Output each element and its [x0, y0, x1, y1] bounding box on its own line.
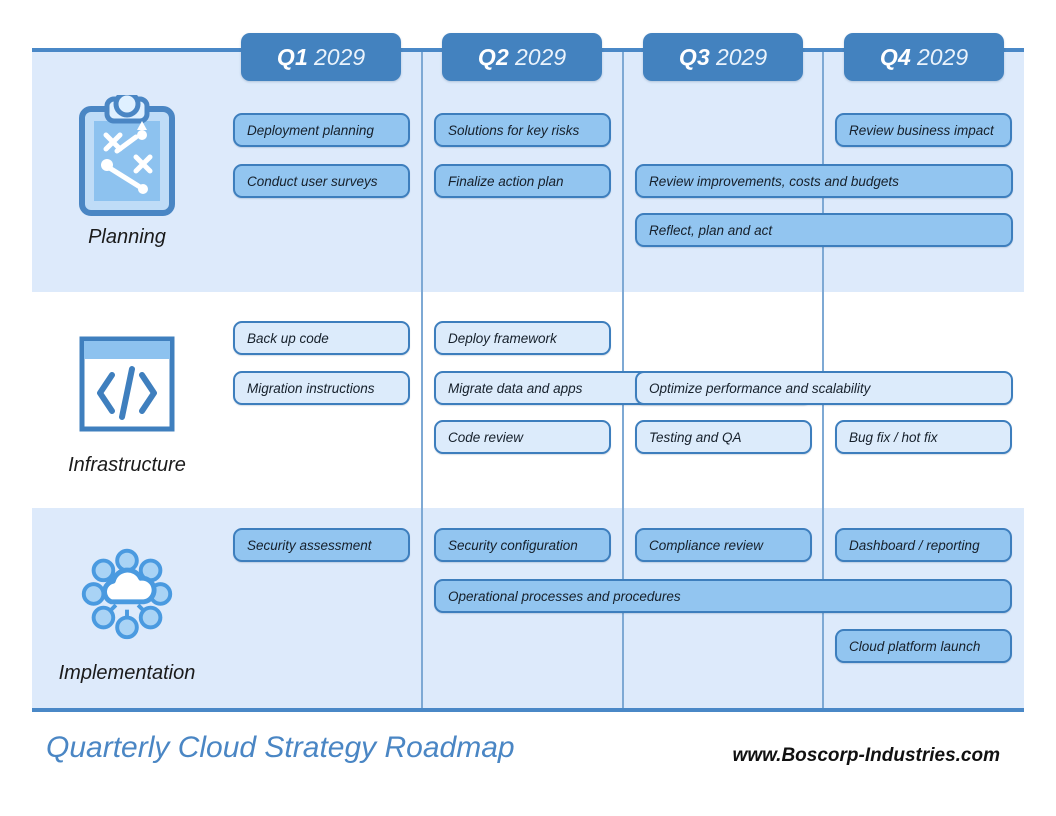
- task-card[interactable]: Code review: [434, 420, 611, 454]
- task-card[interactable]: Review improvements, costs and budgets: [635, 164, 1013, 198]
- row-label-text: Planning: [88, 225, 166, 248]
- quarter-year: 2029: [313, 43, 366, 70]
- task-card[interactable]: Security assessment: [233, 528, 410, 562]
- quarter-number: Q1: [276, 43, 308, 70]
- task-card[interactable]: Testing and QA: [635, 420, 812, 454]
- task-card[interactable]: Dashboard / reporting: [835, 528, 1012, 562]
- row-label-infrastructure: Infrastructure: [32, 304, 222, 496]
- clipboard-strategy-icon: [72, 94, 182, 216]
- column-separator-1: [420, 52, 423, 708]
- website-url: www.Boscorp-Industries.com: [732, 745, 1000, 766]
- task-card[interactable]: Review business impact: [835, 113, 1012, 147]
- quarter-year: 2029: [715, 43, 768, 70]
- task-card[interactable]: Compliance review: [635, 528, 812, 562]
- row-label-text: Infrastructure: [68, 453, 186, 476]
- quarter-number: Q4: [879, 43, 911, 70]
- task-card[interactable]: Reflect, plan and act: [635, 213, 1013, 247]
- task-card[interactable]: Solutions for key risks: [434, 113, 611, 147]
- bottom-rule: [32, 708, 1024, 712]
- task-card[interactable]: Cloud platform launch: [835, 629, 1012, 663]
- task-card[interactable]: Migration instructions: [233, 371, 410, 405]
- row-label-text: Implementation: [58, 661, 196, 684]
- task-card[interactable]: Back up code: [233, 321, 410, 355]
- task-card[interactable]: Finalize action plan: [434, 164, 611, 198]
- roadmap-infographic: Q1 2029 Q2 2029 Q3 2029 Q4 2029 Planning Deploym…: [0, 0, 1056, 816]
- row-label-planning: Planning: [32, 64, 222, 280]
- quarter-year: 2029: [514, 43, 567, 70]
- quarter-header-q3[interactable]: Q3 2029: [643, 33, 803, 81]
- quarter-header-q2[interactable]: Q2 2029: [442, 33, 602, 81]
- task-card[interactable]: Deploy framework: [434, 321, 611, 355]
- quarter-year: 2029: [916, 43, 969, 70]
- quarter-number: Q2: [477, 43, 509, 70]
- task-card[interactable]: Operational processes and procedures: [434, 579, 1012, 613]
- task-card[interactable]: Security configuration: [434, 528, 611, 562]
- task-card[interactable]: Deployment planning: [233, 113, 410, 147]
- task-card[interactable]: Optimize performance and scalability: [635, 371, 1013, 405]
- row-label-implementation: Implementation: [32, 520, 222, 696]
- code-window-icon: [72, 324, 182, 444]
- quarter-header-q4[interactable]: Q4 2029: [844, 33, 1004, 81]
- quarter-header-q1[interactable]: Q1 2029: [241, 33, 401, 81]
- page-title: Quarterly Cloud Strategy Roadmap: [46, 731, 515, 764]
- task-card[interactable]: Bug fix / hot fix: [835, 420, 1012, 454]
- cloud-network-icon: [72, 532, 182, 652]
- task-card[interactable]: Conduct user surveys: [233, 164, 410, 198]
- quarter-number: Q3: [678, 43, 710, 70]
